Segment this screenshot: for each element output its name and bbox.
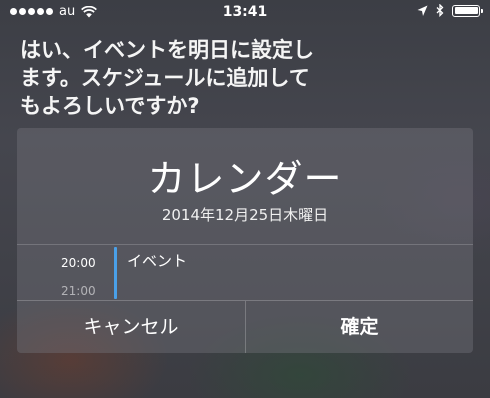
bluetooth-icon (436, 4, 444, 17)
calendar-card: カレンダー 2014年12月25日木曜日 20:00 21:00 イベント キャ… (17, 128, 473, 353)
battery-fill (454, 7, 478, 14)
cancel-button[interactable]: キャンセル (17, 301, 245, 353)
card-title: カレンダー (147, 157, 343, 201)
location-arrow-icon (417, 5, 428, 16)
event-date: 2014年12月25日木曜日 (161, 206, 329, 224)
event-color-bar (114, 247, 117, 299)
divider (17, 244, 473, 245)
event-title[interactable]: イベント (127, 250, 187, 271)
status-bar: au 13:41 (0, 0, 490, 24)
confirm-button[interactable]: 確定 (246, 301, 473, 353)
siri-message: はい、イベントを明日に設定し ます。スケジュールに追加して もよろしいですか? (20, 38, 314, 118)
time-slot-label: 21:00 (61, 284, 96, 298)
status-right (417, 4, 483, 17)
battery-icon (452, 4, 483, 17)
time-slot-label: 20:00 (61, 256, 96, 270)
